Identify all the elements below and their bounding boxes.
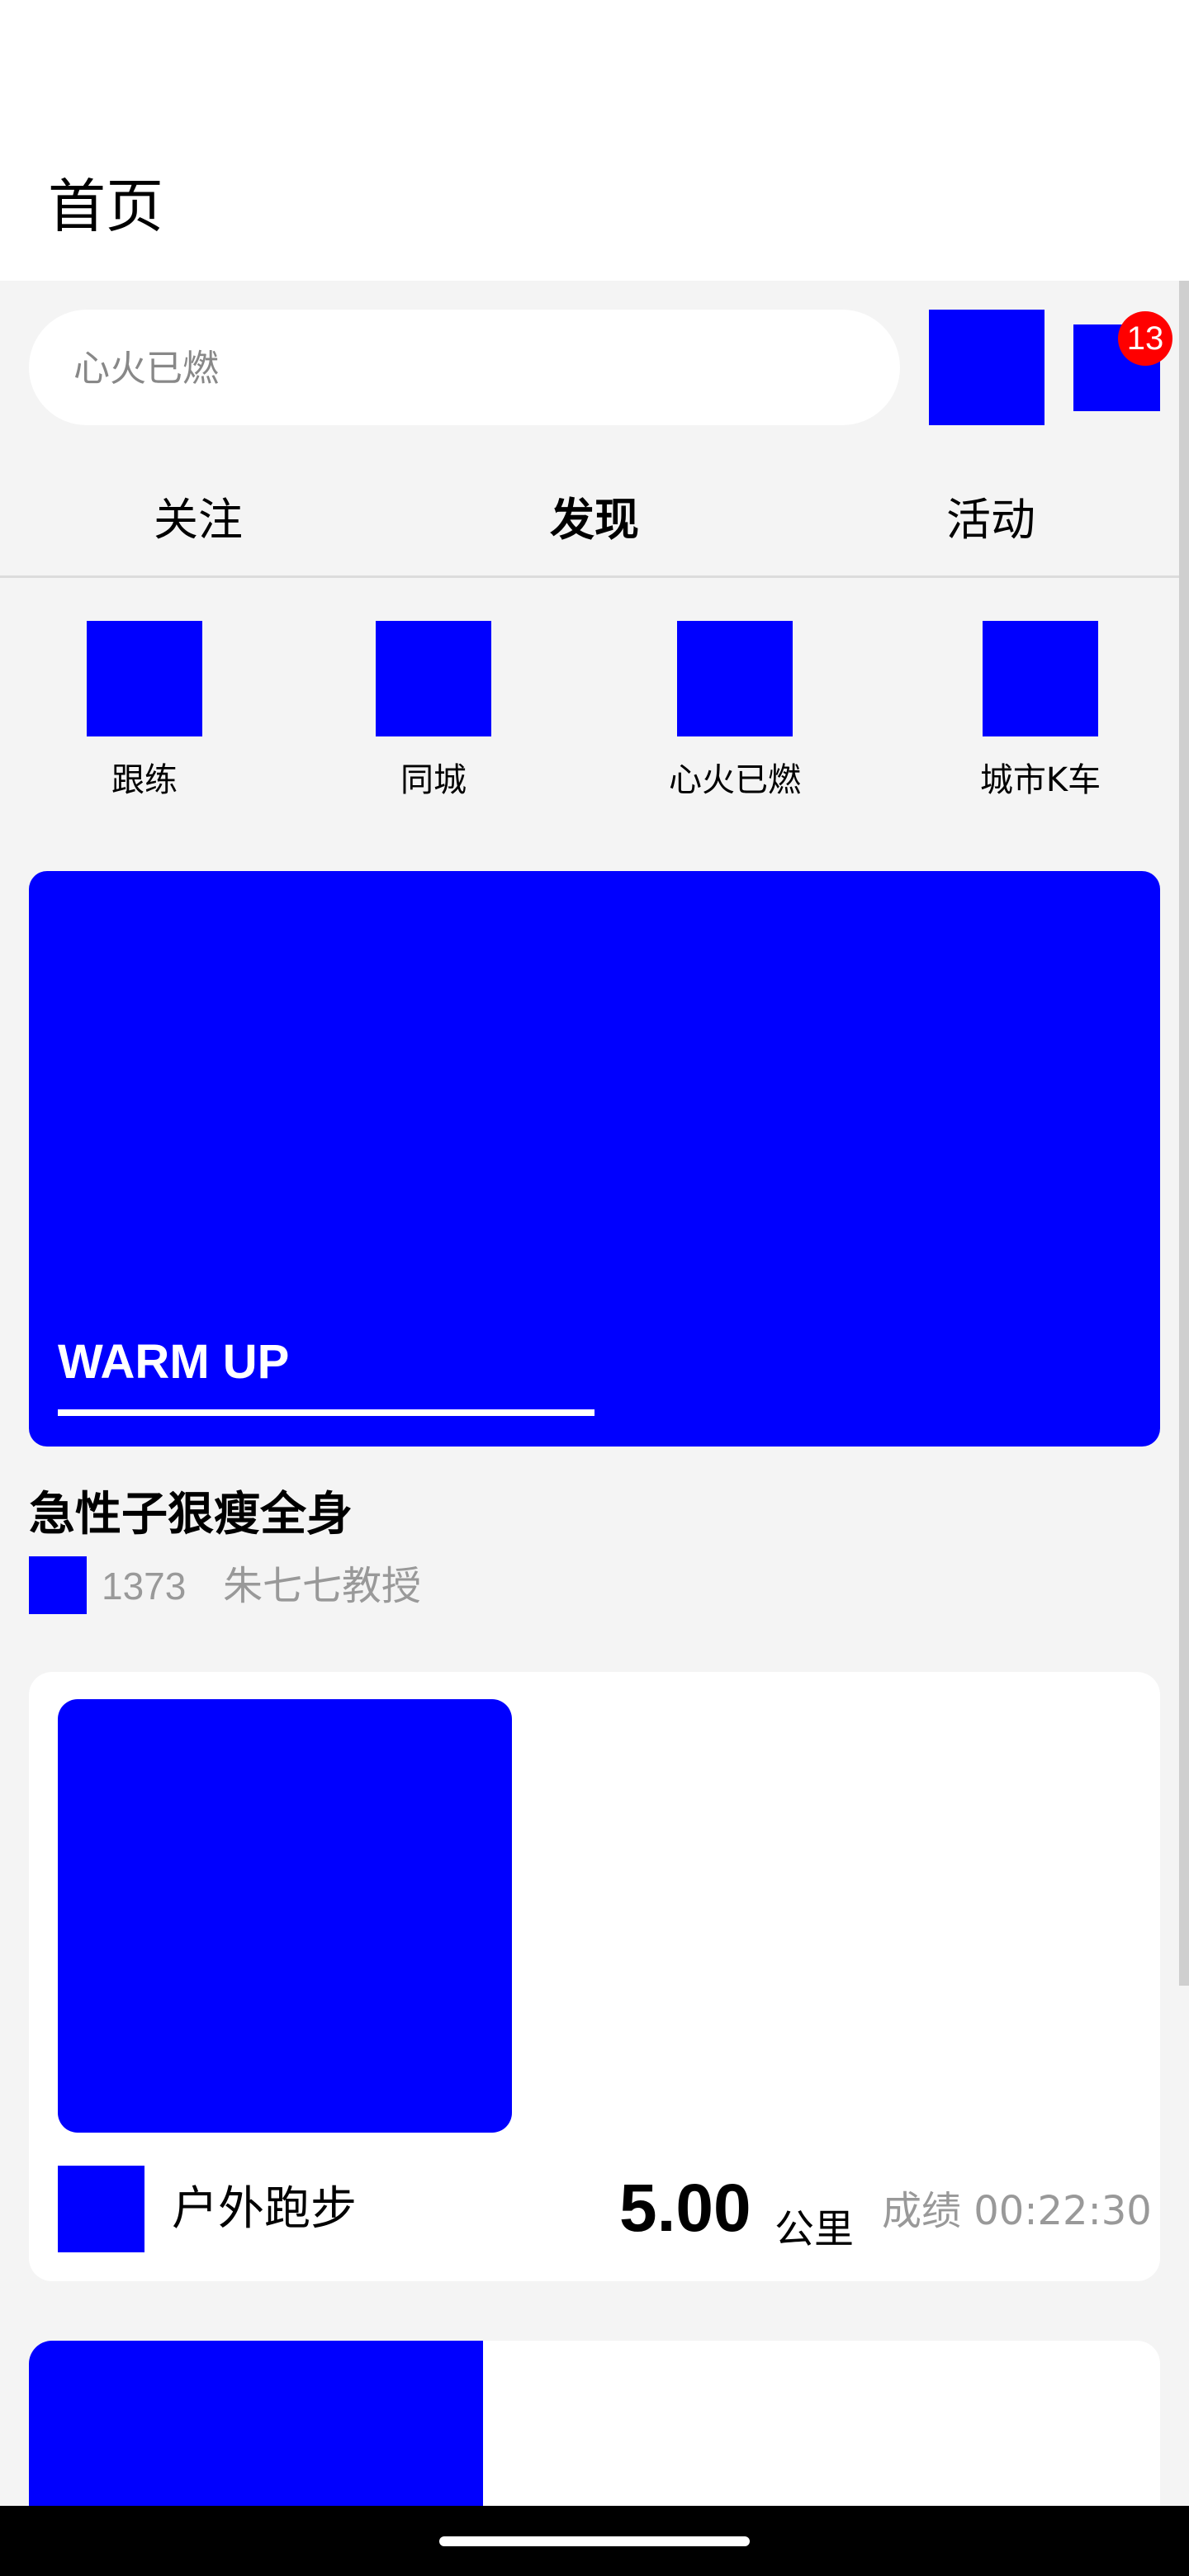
record-distance-unit: 公里 bbox=[775, 2206, 855, 2252]
search-input[interactable] bbox=[72, 310, 884, 427]
page-title: 首页 bbox=[48, 173, 163, 240]
category-follow-along-label[interactable]: 跟练 bbox=[37, 751, 252, 809]
status-bar bbox=[0, 0, 1189, 140]
notification-badge: 13 bbox=[1118, 311, 1172, 366]
next-card-image[interactable] bbox=[29, 2341, 483, 2514]
category-heart-fire-icon[interactable] bbox=[677, 621, 793, 736]
tab-activity[interactable]: 活动 bbox=[867, 479, 1115, 561]
record-map-image[interactable] bbox=[58, 1699, 512, 2133]
banner-underline bbox=[58, 1409, 594, 1416]
scrollbar[interactable] bbox=[1179, 281, 1189, 1986]
course-avatar bbox=[29, 1556, 87, 1614]
category-city-k-car-icon[interactable] bbox=[983, 621, 1098, 736]
scan-button[interactable] bbox=[929, 310, 1045, 425]
title-bar bbox=[0, 140, 1189, 281]
home-indicator[interactable] bbox=[439, 2536, 750, 2546]
course-author[interactable]: 朱七七教授 bbox=[223, 1555, 421, 1617]
tab-follow[interactable]: 关注 bbox=[74, 479, 322, 561]
category-same-city-icon[interactable] bbox=[376, 621, 491, 736]
record-distance: 5.00 bbox=[619, 2171, 751, 2246]
course-participant-count: 1373 bbox=[102, 1565, 187, 1608]
tab-divider bbox=[0, 575, 1189, 578]
category-follow-along-icon[interactable] bbox=[87, 621, 202, 736]
category-city-k-car-label[interactable]: 城市K车 bbox=[933, 751, 1148, 809]
record-type: 户外跑步 bbox=[172, 2182, 357, 2236]
running-icon bbox=[58, 2166, 144, 2252]
category-heart-fire-label[interactable]: 心火已燃 bbox=[628, 751, 842, 809]
record-time: 成绩 00:22:30 bbox=[882, 2188, 1152, 2234]
course-title[interactable]: 急性子狠瘦全身 bbox=[29, 1482, 353, 1548]
category-same-city-label[interactable]: 同城 bbox=[326, 751, 541, 809]
search-bar[interactable] bbox=[29, 310, 900, 427]
banner-text: WARM UP bbox=[58, 1335, 290, 1389]
tab-discover[interactable]: 发现 bbox=[471, 479, 718, 561]
